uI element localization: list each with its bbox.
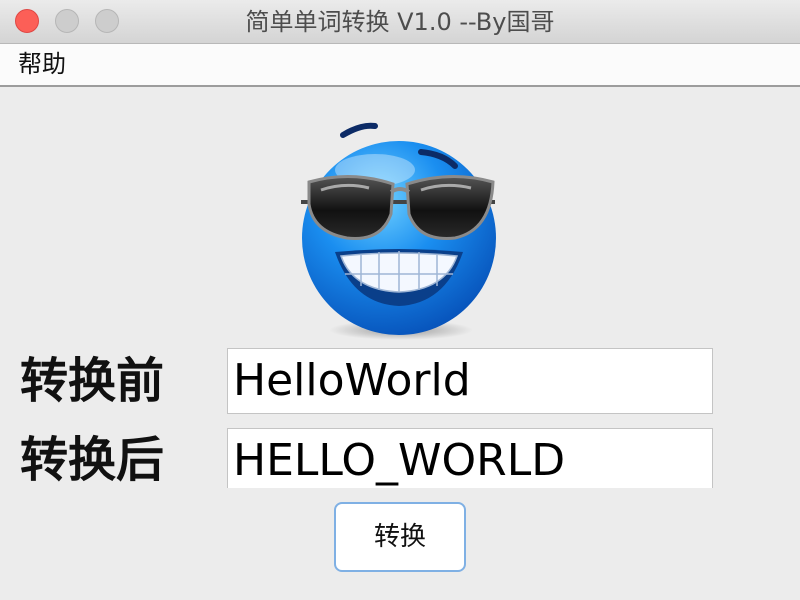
menu-bar: 帮助 [0, 44, 800, 87]
window-title: 简单单词转换 V1.0 --By国哥 [245, 8, 555, 36]
before-input[interactable]: HelloWorld [227, 348, 713, 414]
convert-button[interactable]: 转换 [334, 502, 466, 572]
title-bar: 简单单词转换 V1.0 --By国哥 [0, 0, 800, 44]
menu-help[interactable]: 帮助 [18, 44, 66, 85]
cool-sunglasses-smiley-icon [295, 118, 507, 343]
after-output[interactable]: HELLO_WORLD [227, 428, 713, 488]
before-label: 转换前 [20, 353, 165, 409]
after-label: 转换后 [20, 432, 165, 488]
